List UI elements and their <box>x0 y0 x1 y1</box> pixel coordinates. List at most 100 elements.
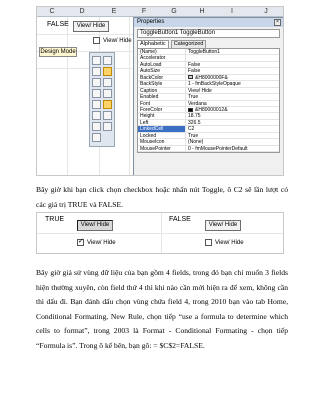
property-value-text: C2 <box>188 126 195 132</box>
property-value-text: &H8000000F& <box>195 74 228 81</box>
property-name: LinkedCell <box>138 126 186 132</box>
checkbox-label: View/ Hide <box>215 239 244 246</box>
property-value-text: 18.75 <box>188 113 201 119</box>
checkbox-box[interactable]: ✓ <box>77 237 84 246</box>
property-value-text: Verdana <box>188 100 207 106</box>
option-button-tool[interactable] <box>92 89 101 98</box>
design-mode-button[interactable] <box>92 56 101 65</box>
property-name: Accelerator <box>138 55 186 61</box>
property-value-text: True <box>188 94 199 100</box>
property-value[interactable]: View/ Hide <box>186 88 279 93</box>
property-value-text: False <box>188 68 201 74</box>
property-value[interactable]: &H8000000F& <box>186 75 279 80</box>
property-name: ForeColor <box>138 106 186 113</box>
gridline <box>161 213 162 253</box>
checkbox-checked[interactable]: ✓ View/ Hide <box>77 237 116 246</box>
checkbox-label: View/ Hide <box>103 37 132 44</box>
close-icon[interactable]: × <box>274 19 281 26</box>
property-name: Height <box>138 113 186 119</box>
tab-alphabetic[interactable]: Alphabetic <box>137 40 169 48</box>
excel-screenshot-2: TRUE View/ Hide ✓ View/ Hide FALSE View/… <box>36 212 284 254</box>
property-value[interactable]: C2 <box>186 126 279 131</box>
listbox-tool[interactable] <box>103 89 112 98</box>
tab-categorized[interactable]: Categorized <box>170 40 207 48</box>
column-header: F <box>141 8 147 15</box>
property-value[interactable]: 18.75 <box>186 113 279 118</box>
property-value-text: View/ Hide <box>188 87 212 94</box>
property-name: AutoLoad <box>138 61 186 68</box>
gridline <box>37 233 283 234</box>
cell-false-value: FALSE <box>169 216 191 223</box>
property-value[interactable]: (None) <box>186 139 279 144</box>
column-header: E <box>111 8 117 15</box>
column-header-row: C D E F G H I J <box>37 7 283 17</box>
textbox-tool-button[interactable] <box>92 78 101 87</box>
property-value[interactable] <box>186 55 279 60</box>
column-header: D <box>79 8 85 15</box>
scrollbar-tool[interactable] <box>103 111 112 120</box>
object-selector[interactable]: ToggleButton1 ToggleButton <box>137 29 280 38</box>
checkbox-box[interactable] <box>93 37 100 44</box>
property-value[interactable]: True <box>186 94 279 99</box>
property-value[interactable]: True <box>186 133 279 138</box>
property-value-text: (None) <box>188 139 204 145</box>
color-swatch-icon <box>188 75 193 80</box>
property-name: (Name) <box>138 49 186 55</box>
property-value[interactable]: ToggleButton1 <box>186 49 279 54</box>
property-name: Left <box>138 119 186 126</box>
view-hide-checkbox[interactable]: View/ Hide <box>93 37 132 44</box>
property-name: Font <box>138 100 186 106</box>
column-header: I <box>231 8 233 15</box>
image-tool[interactable] <box>103 122 112 131</box>
column-header: C <box>49 8 55 15</box>
property-name: MousePointer <box>138 145 186 151</box>
property-value[interactable]: False <box>186 62 279 67</box>
paragraph-2: Bây giờ giả sử vùng dữ liệu của bạn gồm … <box>36 268 288 350</box>
controls-toolbox <box>89 52 115 147</box>
gridline <box>67 17 68 175</box>
toggle-button[interactable]: View/ Hide <box>205 220 241 231</box>
property-value[interactable]: Verdana <box>186 101 279 106</box>
checkbox-box[interactable] <box>205 239 212 246</box>
property-value-text: 0 - fmMousePointerDefault <box>188 145 248 151</box>
property-row[interactable]: MousePointer 0 - fmMousePointerDefault <box>138 145 279 152</box>
property-name: AutoSize <box>138 68 186 74</box>
property-value-text: True <box>188 132 199 139</box>
properties-button[interactable] <box>103 56 112 65</box>
excel-screenshot-1: C D E F G H I J FALSE View/ Hide View/ H… <box>36 6 284 176</box>
column-header: J <box>264 8 268 15</box>
property-value-text: 326.5 <box>188 119 201 126</box>
checkbox-unchecked[interactable]: View/ Hide <box>205 239 244 246</box>
column-header: G <box>171 8 177 15</box>
checkbox-label: View/ Hide <box>87 239 116 246</box>
property-name: Enabled <box>138 94 186 100</box>
property-value[interactable]: &H80000012& <box>186 107 279 112</box>
toggle-button-pressed[interactable]: View/ Hide <box>77 220 113 231</box>
combobox-tool[interactable] <box>92 100 101 109</box>
property-value[interactable]: False <box>186 68 279 73</box>
property-value-text: False <box>188 61 201 68</box>
view-code-button[interactable] <box>92 67 101 76</box>
properties-window: Properties × ToggleButton1 ToggleButton … <box>133 17 283 175</box>
properties-tabs: Alphabetic Categorized <box>134 40 283 48</box>
properties-grid: (Name) ToggleButton1 Accelerator AutoLoad Fa… <box>137 48 280 153</box>
property-value-text: 1 - fmBackStyleOpaque <box>188 81 241 87</box>
checkbox-tool-button[interactable] <box>103 67 112 76</box>
design-mode-tooltip: Design Mode <box>39 47 77 57</box>
property-value[interactable]: 326.5 <box>186 120 279 125</box>
cell-true-value: TRUE <box>45 216 65 223</box>
label-tool[interactable] <box>92 122 101 131</box>
cell-c2-value: FALSE <box>47 21 69 28</box>
property-name: BackStyle <box>138 81 186 87</box>
spin-button-tool[interactable] <box>92 111 101 120</box>
property-value[interactable]: 0 - fmMousePointerDefault <box>186 146 279 151</box>
toggle-button-tool[interactable] <box>103 100 112 109</box>
property-value[interactable]: 1 - fmBackStyleOpaque <box>186 81 279 86</box>
property-name: Caption <box>138 87 186 94</box>
command-button-tool[interactable] <box>103 78 112 87</box>
properties-title: Properties <box>137 19 165 25</box>
property-name: BackColor <box>138 74 186 81</box>
more-controls-tool[interactable] <box>92 133 101 142</box>
column-header: H <box>199 8 205 15</box>
toggle-button[interactable]: View/ Hide <box>73 21 109 32</box>
